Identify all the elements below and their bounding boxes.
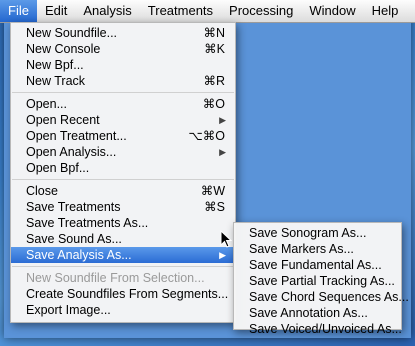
menu-item-save-treatments-as[interactable]: Save Treatments As... xyxy=(11,215,235,231)
menu-edit[interactable]: Edit xyxy=(37,0,75,22)
menu-item-label: Save Treatments xyxy=(26,200,121,214)
menu-item-create-soundfiles-from-segments[interactable]: Create Soundfiles From Segments... xyxy=(11,286,235,302)
menu-item-label: Open Recent xyxy=(26,113,100,127)
submenu-item-save-fundamental[interactable]: Save Fundamental As... xyxy=(234,257,401,273)
menu-item-label: New Track xyxy=(26,74,86,88)
menu-separator xyxy=(12,92,234,93)
menu-item-save-analysis-as[interactable]: Save Analysis As... ▶ xyxy=(11,247,235,263)
menu-item-new-soundfile[interactable]: New Soundfile... ⌘N xyxy=(11,25,235,41)
submenu-item-save-partial-tracking[interactable]: Save Partial Tracking As... xyxy=(234,273,401,289)
menu-item-label: New Soundfile From Selection... xyxy=(26,271,205,285)
menu-item-label: Create Soundfiles From Segments... xyxy=(26,287,229,301)
menu-item-label: New Console xyxy=(26,42,101,56)
menu-item-open-bpf[interactable]: Open Bpf... xyxy=(11,160,235,176)
menu-item-label: Save Sound As... xyxy=(26,232,122,246)
shortcut-label: ⌘N xyxy=(203,26,225,40)
menu-item-label: New Soundfile... xyxy=(26,26,118,40)
menu-item-label: Close xyxy=(26,184,58,198)
menu-processing[interactable]: Processing xyxy=(221,0,301,22)
menu-item-label: Open Treatment... xyxy=(26,129,127,143)
submenu-item-save-sonogram[interactable]: Save Sonogram As... xyxy=(234,225,401,241)
submenu-item-save-annotation[interactable]: Save Annotation As... xyxy=(234,305,401,321)
menu-item-label: Save Analysis As... xyxy=(26,248,132,262)
file-menu-dropdown: New Soundfile... ⌘N New Console ⌘K New B… xyxy=(10,22,236,323)
submenu-item-save-chord-sequences[interactable]: Save Chord Sequences As... xyxy=(234,289,409,305)
menu-item-new-console[interactable]: New Console ⌘K xyxy=(11,41,235,57)
menu-item-new-track[interactable]: New Track ⌘R xyxy=(11,73,235,89)
menu-item-open[interactable]: Open... ⌘O xyxy=(11,96,235,112)
menu-item-label: Open Bpf... xyxy=(26,161,90,175)
menu-item-open-analysis[interactable]: Open Analysis... ▶ xyxy=(11,144,235,160)
menu-item-label: Open... xyxy=(26,97,67,111)
menu-separator xyxy=(12,179,234,180)
shortcut-label: ⌘O xyxy=(202,97,225,111)
menu-item-new-soundfile-from-selection[interactable]: New Soundfile From Selection... xyxy=(11,270,235,286)
mouse-pointer-icon xyxy=(220,230,232,248)
menu-bar: File Edit Analysis Treatments Processing… xyxy=(0,0,415,23)
menu-item-new-bpf[interactable]: New Bpf... xyxy=(11,57,235,73)
menu-file[interactable]: File xyxy=(0,0,37,22)
menu-item-label: Open Analysis... xyxy=(26,145,117,159)
submenu-arrow-icon: ▶ xyxy=(219,250,226,260)
submenu-item-save-voiced-unvoiced[interactable]: Save Voiced/Unvoiced As... xyxy=(234,321,402,337)
menu-separator xyxy=(12,266,234,267)
shortcut-label: ⌘R xyxy=(203,74,225,88)
shortcut-label: ⌘W xyxy=(200,184,225,198)
shortcut-label: ⌥⌘O xyxy=(188,129,225,143)
menu-window[interactable]: Window xyxy=(301,0,363,22)
menu-item-close[interactable]: Close ⌘W xyxy=(11,183,235,199)
menu-help[interactable]: Help xyxy=(364,0,407,22)
menu-item-save-treatments[interactable]: Save Treatments ⌘S xyxy=(11,199,235,215)
save-analysis-submenu: Save Sonogram As... Save Markers As... S… xyxy=(233,222,409,336)
menu-analysis[interactable]: Analysis xyxy=(75,0,139,22)
submenu-arrow-icon: ▶ xyxy=(219,147,226,157)
menu-item-label: Save Treatments As... xyxy=(26,216,149,230)
menu-treatments[interactable]: Treatments xyxy=(140,0,221,22)
menu-item-label: Export Image... xyxy=(26,303,111,317)
shortcut-label: ⌘S xyxy=(204,200,225,214)
shortcut-label: ⌘K xyxy=(204,42,225,56)
menu-item-label: New Bpf... xyxy=(26,58,84,72)
submenu-item-save-markers[interactable]: Save Markers As... xyxy=(234,241,401,257)
menu-item-open-recent[interactable]: Open Recent ▶ xyxy=(11,112,235,128)
menu-item-open-treatment[interactable]: Open Treatment... ⌥⌘O xyxy=(11,128,235,144)
menu-item-export-image[interactable]: Export Image... xyxy=(11,302,235,318)
menu-item-save-sound-as[interactable]: Save Sound As... xyxy=(11,231,235,247)
submenu-arrow-icon: ▶ xyxy=(219,115,226,125)
